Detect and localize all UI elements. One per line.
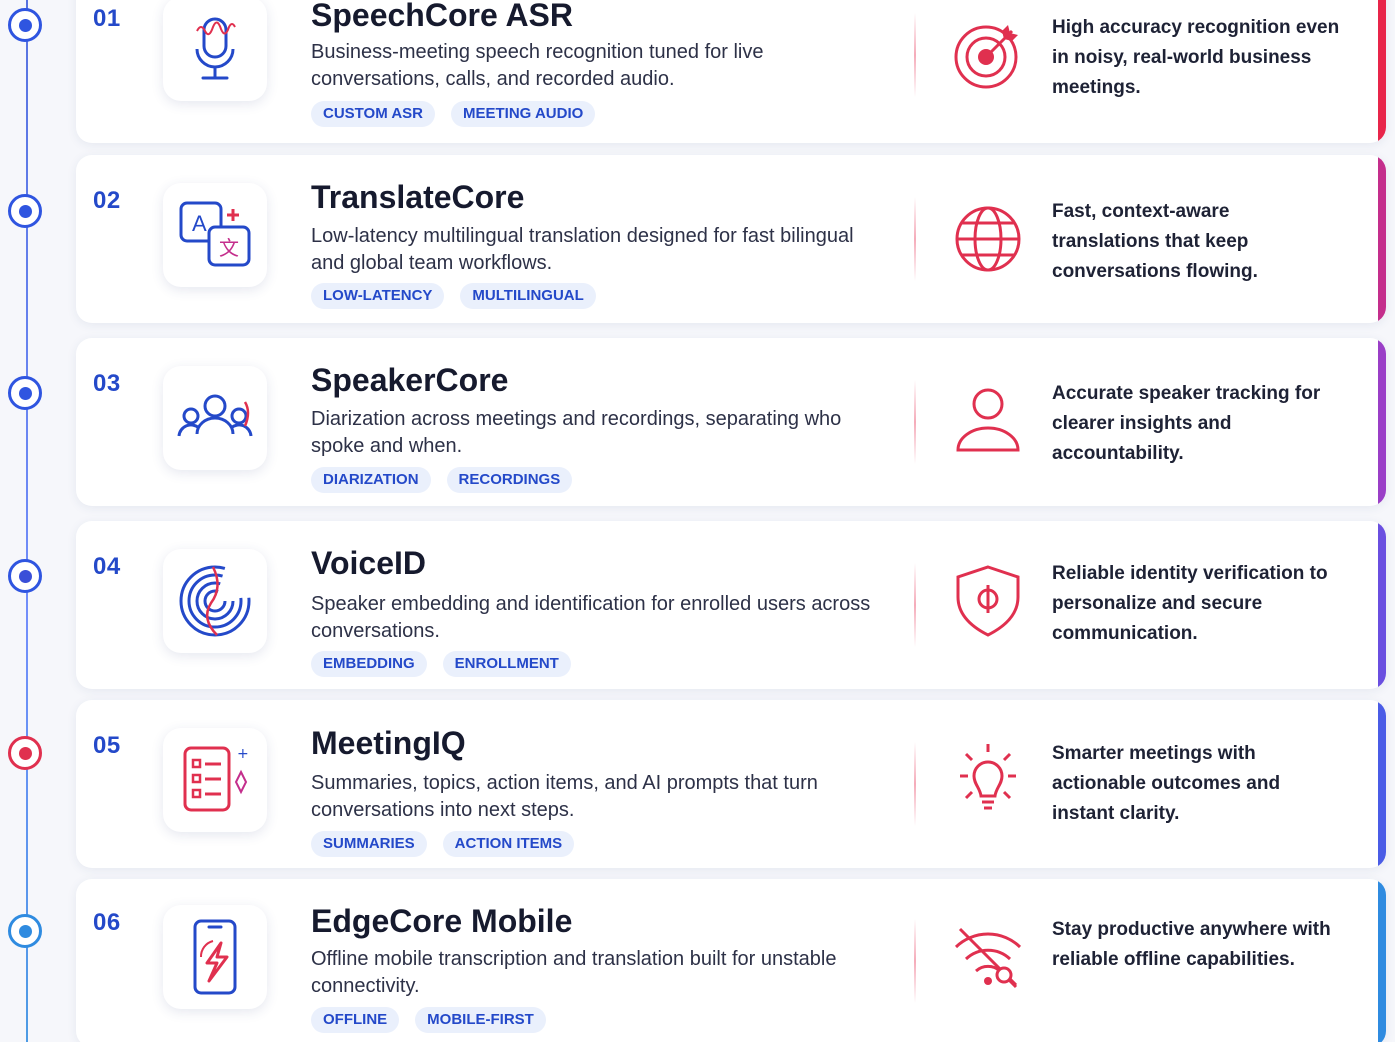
tag[interactable]: EMBEDDING	[311, 651, 427, 677]
timeline-dot[interactable]	[8, 559, 42, 593]
svg-text:文: 文	[219, 236, 239, 260]
product-title: MeetingIQ	[311, 725, 466, 761]
benefit-text: Accurate speaker tracking for clearer in…	[1052, 383, 1321, 464]
card-accent	[1378, 521, 1386, 689]
translate-icon: A 文	[179, 201, 251, 267]
divider	[914, 563, 916, 647]
card-accent	[1378, 0, 1386, 143]
tag[interactable]: MOBILE-FIRST	[415, 1007, 546, 1033]
benefit-text: Stay productive anywhere with reliable o…	[1052, 919, 1331, 970]
tag[interactable]: SUMMARIES	[311, 831, 427, 857]
card-accent	[1378, 700, 1386, 868]
card-accent	[1378, 338, 1386, 506]
timeline-line	[26, 0, 28, 1042]
tag[interactable]: MULTILINGUAL	[460, 283, 596, 309]
tag[interactable]: LOW-LATENCY	[311, 283, 445, 309]
product-title: SpeakerCore	[311, 362, 509, 398]
microphone-icon	[195, 17, 236, 80]
product-title: VoiceID	[311, 545, 426, 581]
product-icon-tile	[163, 905, 267, 1009]
divider	[914, 380, 916, 464]
product-timeline: 01 SpeechCore ASR Business-meeting speec…	[0, 0, 1395, 1042]
benefit-text: Smarter meetings with actionable outcome…	[1052, 743, 1281, 824]
fingerprint-icon	[179, 565, 251, 637]
tag[interactable]: ACTION ITEMS	[442, 831, 575, 857]
card-accent	[1378, 155, 1386, 323]
group-icon	[177, 394, 253, 437]
item-number: 05	[93, 732, 121, 759]
shield-icon	[956, 565, 1020, 637]
product-icon-tile	[163, 549, 267, 653]
product-description: Offline mobile transcription and transla…	[311, 948, 837, 997]
tag-list: LOW-LATENCY MULTILINGUAL	[311, 283, 596, 309]
lightbulb-icon	[960, 744, 1016, 810]
product-title: TranslateCore	[311, 179, 525, 215]
person-icon	[956, 388, 1020, 452]
tag-list: DIARIZATION RECORDINGS	[311, 467, 573, 493]
product-description: Speaker embedding and identification for…	[311, 593, 871, 642]
timeline-dot[interactable]	[8, 194, 42, 228]
tag-list: CUSTOM ASR MEETING AUDIO	[311, 101, 596, 127]
divider	[914, 13, 916, 97]
product-icon-tile: A 文	[163, 183, 267, 287]
item-number: 03	[93, 370, 121, 397]
card-accent	[1378, 879, 1386, 1042]
tag[interactable]: ENROLLMENT	[442, 651, 571, 677]
tag[interactable]: MEETING AUDIO	[451, 101, 596, 127]
item-number: 01	[93, 5, 121, 32]
divider	[914, 197, 916, 281]
svg-text:A: A	[192, 211, 207, 236]
product-icon-tile	[163, 0, 267, 101]
timeline-dot[interactable]	[8, 8, 42, 42]
tag-list: EMBEDDING ENROLLMENT	[311, 651, 571, 677]
product-description: Low-latency multilingual translation des…	[311, 225, 854, 274]
product-icon-tile: +	[163, 728, 267, 832]
checklist-icon: +	[183, 746, 249, 812]
tag[interactable]: OFFLINE	[311, 1007, 400, 1033]
target-icon	[954, 25, 1018, 89]
divider	[914, 742, 916, 826]
product-icon-tile	[163, 366, 267, 470]
tag[interactable]: CUSTOM ASR	[311, 101, 436, 127]
benefit-text: Fast, context-aware translations that ke…	[1052, 201, 1258, 282]
divider	[914, 919, 916, 1003]
tag-list: SUMMARIES ACTION ITEMS	[311, 831, 575, 857]
mobile-icon	[193, 919, 237, 995]
product-description: Business-meeting speech recognition tune…	[311, 41, 764, 90]
product-title: EdgeCore Mobile	[311, 903, 573, 939]
tag[interactable]: DIARIZATION	[311, 467, 431, 493]
product-description: Diarization across meetings and recordin…	[311, 408, 842, 457]
tag[interactable]: RECORDINGS	[446, 467, 573, 493]
product-title: SpeechCore ASR	[311, 0, 573, 33]
tag-list: OFFLINE MOBILE-FIRST	[311, 1007, 546, 1033]
timeline-dot[interactable]	[8, 376, 42, 410]
product-description: Summaries, topics, action items, and AI …	[311, 772, 818, 821]
benefit-text: Reliable identity verification to person…	[1052, 563, 1328, 644]
timeline-dot[interactable]	[8, 914, 42, 948]
svg-text:+: +	[237, 746, 249, 762]
item-number: 02	[93, 187, 121, 214]
globe-icon	[955, 206, 1021, 272]
timeline-dot[interactable]	[8, 736, 42, 770]
item-number: 06	[93, 909, 121, 936]
item-number: 04	[93, 553, 121, 580]
wifi-off-icon	[954, 927, 1022, 989]
benefit-text: High accuracy recognition even in noisy,…	[1052, 17, 1340, 98]
